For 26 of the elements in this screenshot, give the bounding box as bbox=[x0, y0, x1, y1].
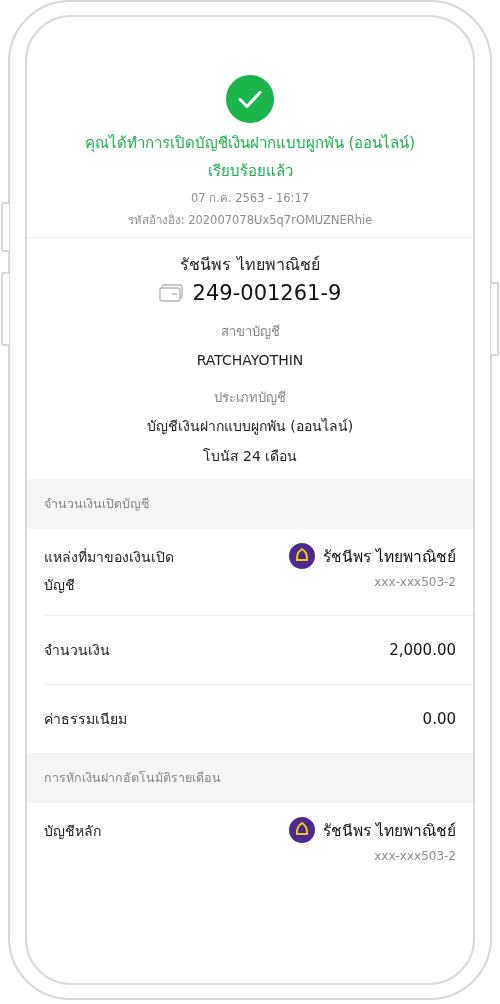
row-value: 2,000.00 bbox=[389, 641, 456, 659]
field-label: ประเภทบัญชี bbox=[214, 389, 286, 407]
success-message: คุณได้ทำการเปิดบัญชีเงินฝากแบบผูกพัน (ออนไลน์) เรียบร้อยแล้ว bbox=[83, 133, 417, 182]
account-number: 249-001261-9 bbox=[192, 281, 342, 305]
check-icon bbox=[226, 75, 274, 123]
row-label: บัญชีหลัก bbox=[44, 822, 101, 841]
section-header: การหักเงินฝากอัตโนมัติรายเดือน bbox=[27, 753, 473, 803]
bank-account-name: รัชนีพร ไทยพาณิชย์ bbox=[323, 546, 456, 568]
section-header: จำนวนเงินเปิดบัญชี bbox=[27, 479, 473, 529]
card-icon bbox=[158, 284, 183, 302]
row-label: จำนวนเงิน bbox=[44, 641, 110, 660]
transaction-date: 07 ก.ค. 2563 - 16:17 bbox=[190, 190, 310, 207]
bank-account-name: รัชนีพร ไทยพาณิชย์ bbox=[323, 820, 456, 842]
row-label: แหล่งที่มาของเงินเปิดบัญชี bbox=[44, 547, 174, 595]
field-value: บัญชีเงินฝากแบบผูกพัน (ออนไลน์) bbox=[146, 417, 354, 437]
field-value: RATCHAYOTHIN bbox=[196, 351, 304, 370]
logo-icon bbox=[289, 817, 316, 843]
account-holder: รัชนีพร ไทยพาณิชย์ bbox=[180, 254, 320, 276]
logo-icon bbox=[289, 543, 316, 569]
masked-account-number: xxx-xxx503-2 bbox=[374, 575, 456, 589]
reference-code: รหัสอ้างอิง: 202007078Ux5q7rOMUZNERhie bbox=[127, 212, 373, 229]
masked-account-number: xxx-xxx503-2 bbox=[374, 849, 456, 863]
row-value: 0.00 bbox=[422, 710, 456, 728]
field-value: โบนัส 24 เดือน bbox=[202, 447, 298, 466]
row-label: ค่าธรรมเนียม bbox=[44, 710, 127, 729]
field-label: สาขาบัญชี bbox=[220, 323, 280, 341]
